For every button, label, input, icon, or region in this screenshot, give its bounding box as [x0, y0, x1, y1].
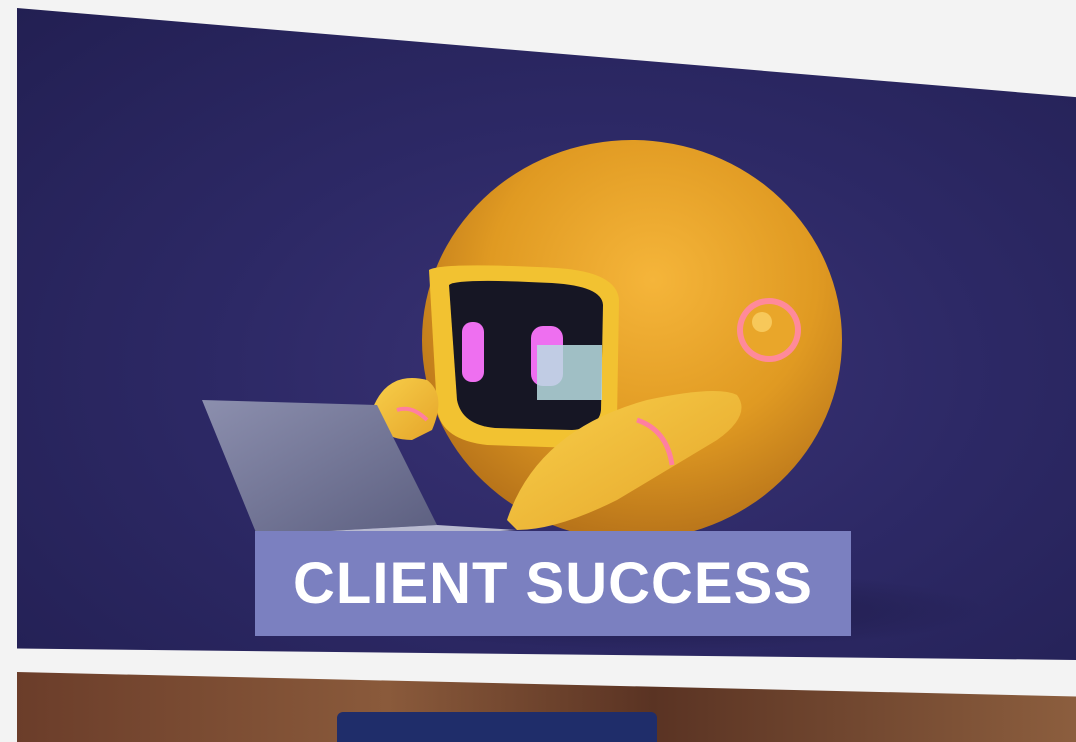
laptop-photo-icon [337, 712, 657, 742]
second-image [17, 672, 1076, 742]
robot-eye-left [462, 322, 484, 382]
banner-title: CLIENT SUCCESS [293, 551, 813, 616]
client-success-banner: CLIENT SUCCESS [255, 531, 851, 636]
